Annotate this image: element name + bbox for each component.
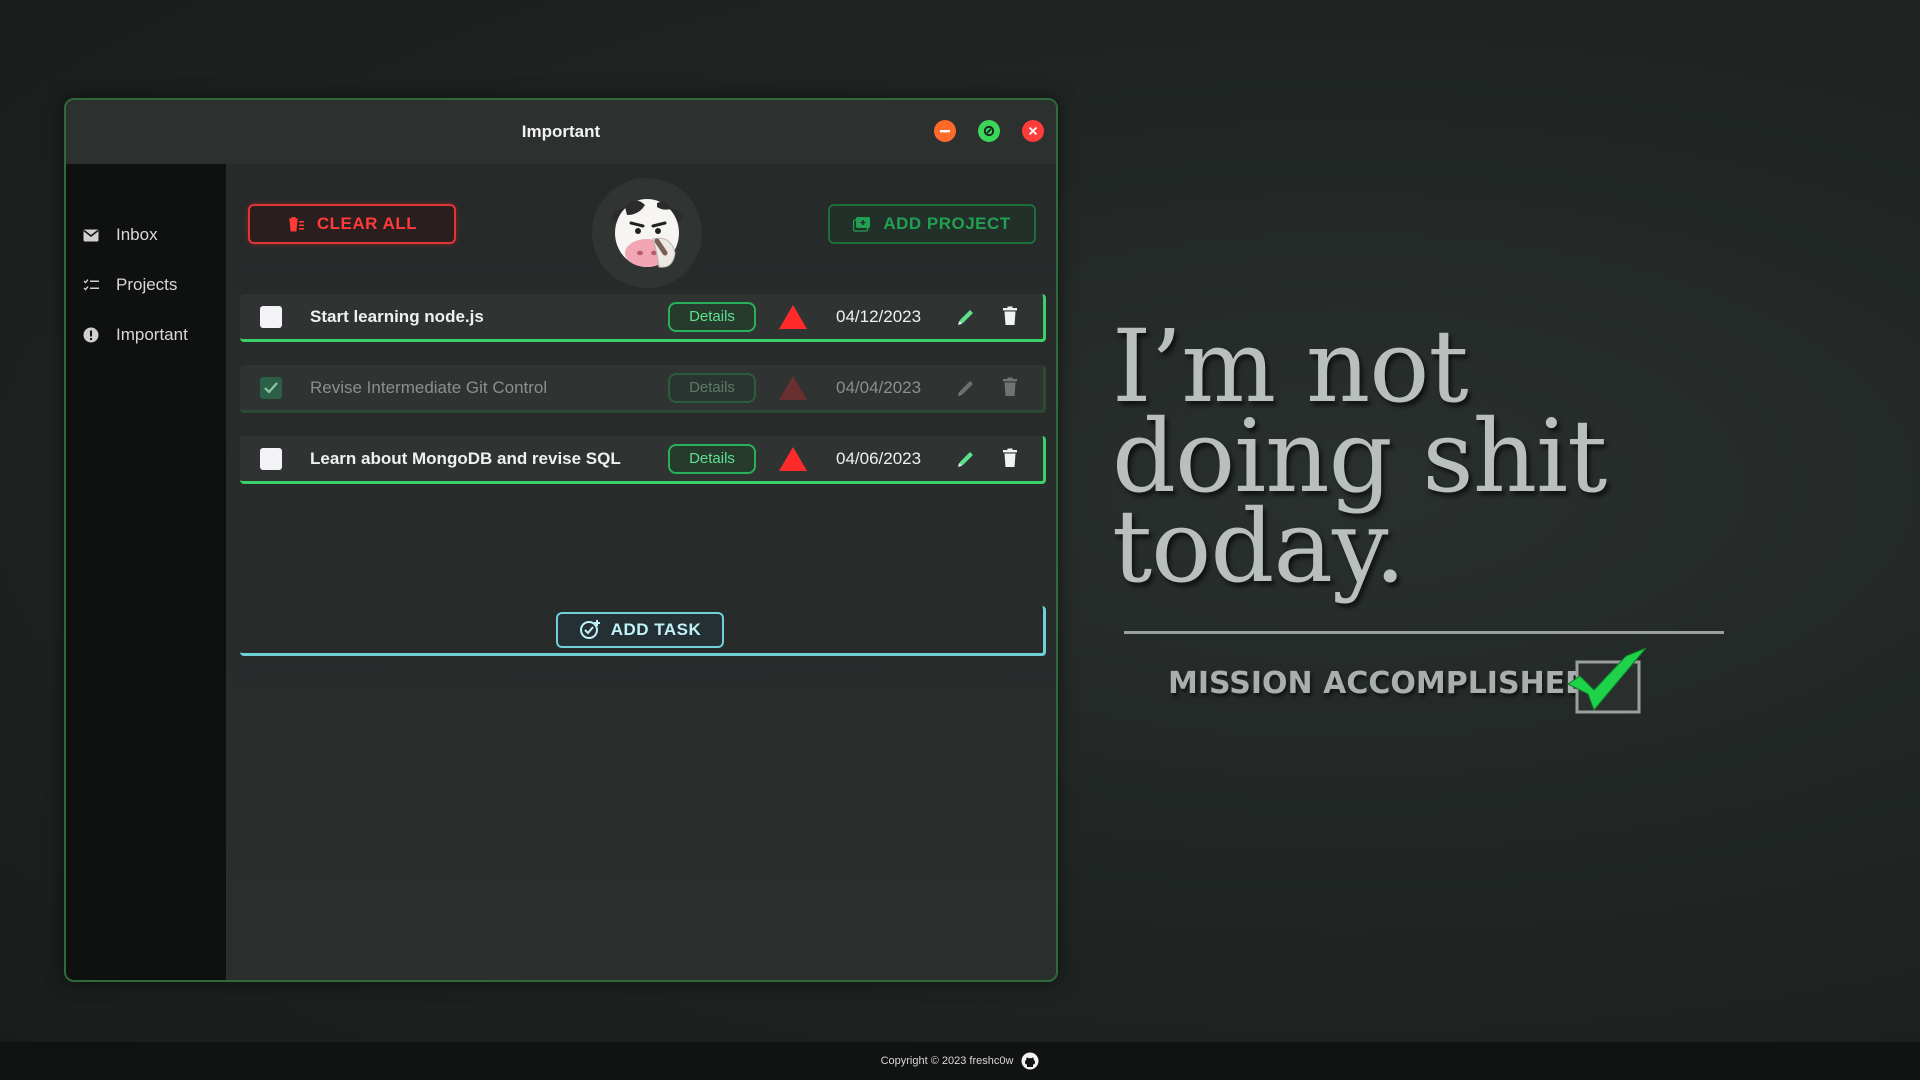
checklist-icon <box>82 276 100 294</box>
high-priority-icon <box>779 305 807 329</box>
main-panel: CLEAR ALL ADD PROJECT Start learning nod… <box>226 164 1056 980</box>
maximize-button[interactable] <box>978 120 1000 142</box>
task-title: Start learning node.js <box>310 306 484 326</box>
high-priority-icon <box>779 376 807 400</box>
trash-icon[interactable] <box>1002 306 1018 326</box>
details-button[interactable]: Details <box>668 443 756 474</box>
minus-icon <box>940 130 950 133</box>
sidebar-item-label: Inbox <box>116 225 158 244</box>
mission-text: MISSION ACCOMPLISHED <box>1168 666 1591 701</box>
task-row: Learn about MongoDB and revise SQL Detai… <box>240 436 1046 484</box>
expand-icon <box>983 125 995 137</box>
add-project-label: ADD PROJECT <box>883 214 1011 233</box>
task-title: Learn about MongoDB and revise SQL <box>310 448 621 468</box>
copyright-text: Copyright © 2023 freshc0w <box>880 1055 1014 1067</box>
window-title: Important <box>521 122 601 141</box>
app-window: Important Inbox Projects Important CLEAR… <box>64 98 1058 982</box>
task-checkbox[interactable] <box>260 447 282 470</box>
sidebar: Inbox Projects Important <box>66 164 226 980</box>
close-button[interactable] <box>1022 120 1044 142</box>
add-check-icon <box>579 620 600 639</box>
quote-text: I’m not doing shit today. <box>1112 317 1752 605</box>
add-task-row: ADD TASK <box>240 606 1046 656</box>
add-folder-icon <box>853 217 871 232</box>
clear-all-button[interactable]: CLEAR ALL <box>248 204 456 244</box>
task-checkbox-checked[interactable] <box>260 376 282 399</box>
sidebar-item-important[interactable]: Important <box>66 310 226 360</box>
close-icon <box>1028 126 1038 136</box>
trash-icon[interactable] <box>1002 448 1018 468</box>
clear-all-label: CLEAR ALL <box>316 214 418 233</box>
task-row: Start learning node.js Details 04/12/202… <box>240 294 1046 342</box>
sidebar-item-label: Important <box>116 325 188 344</box>
quote-line: today. <box>1112 488 1406 605</box>
task-due-date: 04/12/2023 <box>836 306 922 326</box>
details-button[interactable]: Details <box>668 301 756 332</box>
task-due-date: 04/06/2023 <box>836 448 922 468</box>
checkmark-icon <box>264 381 278 394</box>
cow-mascot-icon <box>611 199 683 268</box>
alert-icon <box>82 326 100 344</box>
avatar[interactable] <box>592 178 702 288</box>
minimize-button[interactable] <box>934 120 956 142</box>
window-controls <box>934 120 1044 142</box>
sidebar-item-projects[interactable]: Projects <box>66 260 226 310</box>
task-row: Revise Intermediate Git Control Details … <box>240 365 1046 413</box>
edit-pencil-icon[interactable] <box>956 307 976 327</box>
edit-pencil-icon[interactable] <box>956 449 976 469</box>
sidebar-item-label: Projects <box>116 275 178 294</box>
github-icon[interactable] <box>1021 1052 1039 1070</box>
sidebar-item-inbox[interactable]: Inbox <box>66 210 226 260</box>
trash-list-icon <box>288 217 304 232</box>
title-bar: Important <box>66 100 1056 164</box>
task-due-date: 04/04/2023 <box>836 377 922 397</box>
checkbox-checkmark-icon <box>1567 647 1647 714</box>
task-title: Revise Intermediate Git Control <box>310 377 548 397</box>
add-task-button[interactable]: ADD TASK <box>556 612 724 648</box>
trash-icon[interactable] <box>1002 377 1018 397</box>
add-task-label: ADD TASK <box>610 620 702 639</box>
task-checkbox[interactable] <box>260 305 282 328</box>
mail-icon <box>82 226 100 244</box>
details-button[interactable]: Details <box>668 372 756 403</box>
footer: Copyright © 2023 freshc0w <box>0 1042 1920 1080</box>
divider <box>1124 631 1724 634</box>
edit-pencil-icon[interactable] <box>956 378 976 398</box>
add-project-button[interactable]: ADD PROJECT <box>828 204 1036 244</box>
high-priority-icon <box>779 447 807 471</box>
